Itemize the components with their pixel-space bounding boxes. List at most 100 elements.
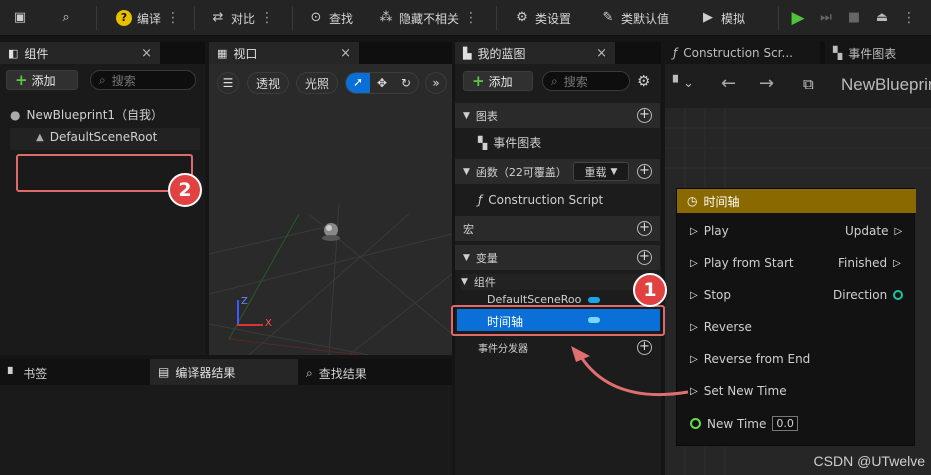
function-icon: ƒ: [478, 193, 483, 207]
gear-icon[interactable]: ⚙: [637, 72, 650, 90]
component-root-item[interactable]: ● NewBlueprint1（自我）: [10, 106, 163, 123]
input-pin-play[interactable]: ▷ Play: [690, 224, 729, 238]
find-button[interactable]: ⊙ 查找: [308, 6, 353, 30]
section-variables[interactable]: ▼ 变量 +: [455, 245, 660, 270]
compile-button[interactable]: ? 编译 ⋮: [116, 6, 180, 30]
hide-unrelated-options-icon[interactable]: ⋮: [464, 10, 478, 26]
output-label-direction: Direction: [833, 288, 888, 302]
exec-pin-icon: ▷: [690, 225, 698, 237]
add-event-dispatcher-icon[interactable]: +: [637, 340, 652, 355]
x-axis-line: [237, 324, 263, 326]
section-graphs[interactable]: ▼ 图表 +: [455, 103, 660, 128]
input-pin-reverse-from-end[interactable]: ▷ Reverse from End: [690, 352, 810, 366]
new-time-value-field[interactable]: 0.0: [772, 416, 798, 431]
rotate-tool-icon[interactable]: ↻: [394, 76, 418, 90]
graph-icon: ▚: [478, 135, 488, 150]
tab-components[interactable]: ◧ 组件 ×: [0, 42, 160, 64]
diff-options-icon[interactable]: ⋮: [260, 10, 274, 26]
class-settings-button[interactable]: ⚙ 类设置: [514, 6, 571, 30]
save-button[interactable]: ▣: [12, 6, 28, 30]
tab-viewport[interactable]: ▦ 视口 ×: [209, 42, 359, 64]
browse-button[interactable]: ⌕: [58, 6, 74, 30]
diff-button[interactable]: ⇄ 对比 ⋮: [210, 6, 274, 30]
input-label-reverse: Reverse: [703, 320, 752, 334]
class-settings-label: 类设置: [535, 11, 572, 26]
add-variable-icon[interactable]: +: [637, 250, 652, 265]
variables-components-group[interactable]: ▼ 组件: [461, 274, 660, 290]
compile-options-icon[interactable]: ⋮: [166, 10, 180, 26]
move-tool-icon[interactable]: ✥: [370, 76, 394, 90]
perspective-button[interactable]: 透视: [247, 72, 289, 94]
construction-tab-label: Construction Scr...: [683, 46, 793, 60]
actor-icon: ●: [10, 107, 21, 122]
section-macros[interactable]: 宏 +: [455, 216, 660, 241]
viewport-tab-label: 视口: [233, 46, 258, 61]
timeline-node-header[interactable]: ◷ 时间轴: [677, 189, 916, 213]
output-pin-direction[interactable]: Direction: [833, 288, 904, 302]
tab-find-results[interactable]: ⌕ 查找结果: [306, 365, 367, 382]
input-pin-reverse[interactable]: ▷ Reverse: [690, 320, 752, 334]
search-icon: ⌕: [99, 72, 106, 87]
toolbar-divider: [496, 6, 497, 30]
viewport-more-button[interactable]: »: [425, 72, 447, 94]
tab-construction-script[interactable]: ƒ Construction Scr...: [665, 42, 820, 64]
add-graph-icon[interactable]: +: [637, 108, 652, 123]
override-dropdown[interactable]: 重载 ▼: [573, 162, 629, 181]
hide-unrelated-button[interactable]: ⁂ 隐藏不相关 ⋮: [378, 6, 479, 30]
output-pin-update[interactable]: Update ▷: [845, 224, 902, 238]
class-defaults-button[interactable]: ✎ 类默认值: [600, 6, 669, 30]
graphs-label: 图表: [475, 109, 498, 123]
input-pin-stop[interactable]: ▷ Stop: [690, 288, 731, 302]
step-icon[interactable]: ⏭: [818, 10, 834, 26]
add-member-button[interactable]: + 添加: [463, 71, 533, 91]
component-child-item[interactable]: ▲ DefaultSceneRoot: [36, 130, 157, 144]
viewport-menu-button[interactable]: ☰: [217, 72, 239, 94]
graph-icon: ▚: [833, 46, 843, 60]
back-arrow-icon[interactable]: ←: [721, 73, 736, 94]
event-graph-item[interactable]: ▚ 事件图表: [478, 134, 541, 151]
close-icon[interactable]: ×: [141, 46, 152, 61]
components-search-input[interactable]: ⌕ 搜索: [90, 70, 196, 90]
collapse-arrow-icon: ▼: [463, 166, 470, 177]
diff-label: 对比: [231, 11, 256, 26]
add-macro-icon[interactable]: +: [637, 221, 652, 236]
axis-z-label: Z: [241, 296, 248, 307]
bookmark-dropdown-icon[interactable]: ▘⌄: [673, 76, 694, 91]
section-event-dispatchers[interactable]: 事件分发器: [478, 340, 528, 355]
select-tool-icon[interactable]: ➚: [346, 73, 370, 93]
eject-icon[interactable]: ⏏: [874, 10, 890, 26]
close-icon[interactable]: ×: [596, 46, 607, 61]
output-label-update: Update: [845, 224, 889, 238]
compile-label: 编译: [137, 11, 162, 26]
input-pin-new-time[interactable]: New Time 0.0: [690, 416, 798, 431]
simulate-button[interactable]: ▶ 模拟: [700, 6, 745, 30]
lighting-button[interactable]: 光照: [296, 72, 338, 94]
add-function-icon[interactable]: +: [637, 164, 652, 179]
play-options-icon[interactable]: ⋮: [902, 10, 916, 26]
input-pin-play-from-start[interactable]: ▷ Play from Start: [690, 256, 794, 270]
stop-icon[interactable]: ■: [846, 10, 862, 26]
forward-arrow-icon[interactable]: →: [759, 73, 774, 94]
tab-event-graph[interactable]: ▚ 事件图表: [825, 42, 931, 64]
blueprint-search-input[interactable]: ⌕ 搜索: [542, 71, 630, 91]
section-functions[interactable]: ▼ 函数（22可覆盖） 重载 ▼ +: [455, 159, 660, 184]
event-dispatchers-label: 事件分发器: [478, 344, 528, 355]
exec-pin-icon: ▷: [690, 289, 698, 301]
tab-my-blueprint[interactable]: ▙ 我的蓝图 ×: [455, 42, 615, 64]
construction-script-item[interactable]: ƒ Construction Script: [478, 193, 603, 207]
close-icon[interactable]: ×: [340, 46, 351, 61]
hide-unrelated-label: 隐藏不相关: [399, 11, 460, 26]
scene-root-icon: ▲: [36, 131, 44, 143]
input-pin-set-new-time[interactable]: ▷ Set New Time: [690, 384, 787, 398]
override-label: 重载: [584, 165, 607, 179]
output-pin-finished[interactable]: Finished ▷: [838, 256, 901, 270]
lighting-label: 光照: [304, 76, 329, 91]
play-controls: ▶ ⏭ ■ ⏏ ⋮: [790, 6, 916, 30]
exec-pin-icon: ▷: [690, 353, 698, 365]
tab-bookmarks[interactable]: ▘ 书签: [8, 365, 47, 382]
add-component-button[interactable]: + 添加: [6, 70, 78, 90]
tab-compiler-results[interactable]: ▤ 编译器结果: [150, 359, 298, 385]
bottom-tabbar: ▘ 书签 ▤ 编译器结果 ⌕ 查找结果: [0, 359, 452, 385]
play-icon[interactable]: ▶: [790, 10, 806, 27]
component-child-label: DefaultSceneRoot: [49, 130, 158, 144]
